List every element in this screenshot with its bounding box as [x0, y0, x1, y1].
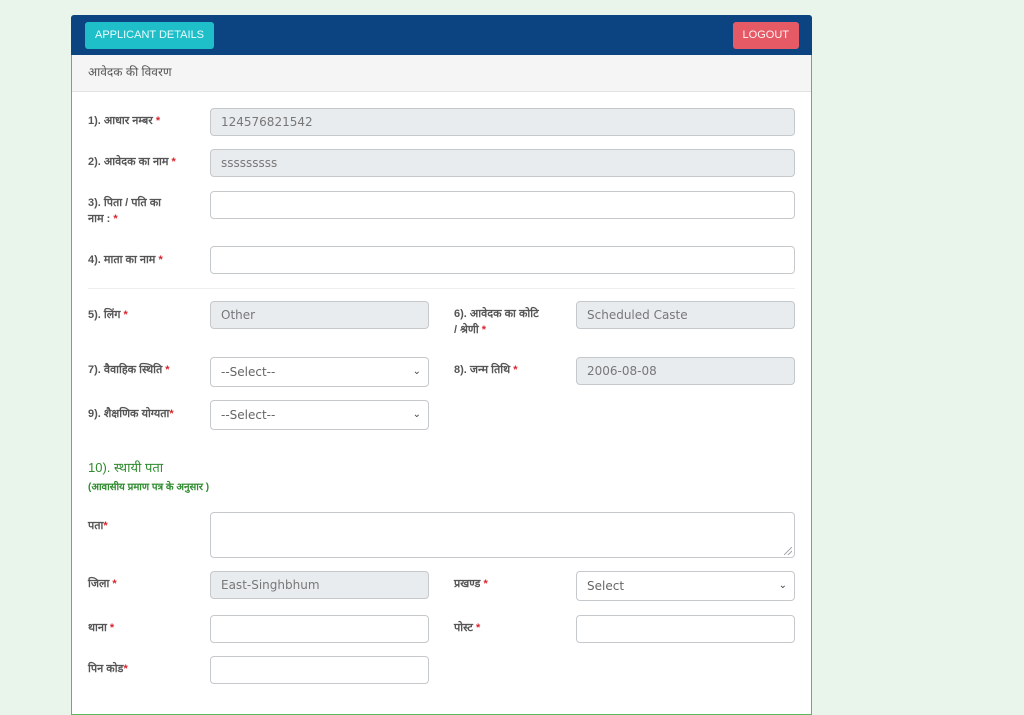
marital-status-label-text: 7). वैवाहिक स्थिति [88, 364, 163, 376]
required-mark: * [169, 408, 174, 420]
address-label-text: पता [88, 520, 104, 532]
gender-label-text: 5). लिंग [88, 309, 121, 321]
pincode-label: पिन कोड* [88, 661, 128, 677]
dob-label-text: 8). जन्म तिथि [454, 364, 511, 376]
resize-handle[interactable] [784, 547, 792, 555]
address-textarea[interactable] [210, 512, 795, 558]
required-mark: * [475, 622, 481, 634]
education-label-text: 9). शैक्षणिक योग्यता [88, 408, 170, 420]
father-husband-name-input[interactable] [210, 191, 795, 219]
marital-status-label: 7). वैवाहिक स्थिति * [88, 362, 170, 378]
permanent-address-title: 10). स्थायी पता [88, 460, 164, 475]
education-label: 9). शैक्षणिक योग्यता* [88, 406, 174, 422]
category-label-line1: 6). आवेदक का कोटि [454, 308, 539, 320]
pincode-input[interactable] [210, 656, 429, 684]
district-input[interactable]: East-Singhbhum [210, 571, 429, 599]
chevron-down-icon: ⌄ [412, 409, 421, 420]
block-label: प्रखण्ड * [454, 576, 488, 592]
mother-name-label-text: 4). माता का नाम [88, 254, 156, 266]
dob-input[interactable]: 2006-08-08 [576, 357, 795, 385]
category-label: 6). आवेदक का कोटि / श्रेणी * [454, 306, 539, 338]
district-label: जिला * [88, 576, 117, 592]
marital-status-selected: --Select-- [221, 365, 276, 379]
required-mark: * [113, 213, 118, 225]
father-husband-name-label-line2: नाम : [88, 213, 111, 225]
district-label-text: जिला [88, 578, 110, 590]
required-mark: * [155, 115, 161, 127]
police-station-label-text: थाना [88, 622, 107, 634]
block-label-text: प्रखण्ड [454, 578, 481, 590]
permanent-address-subtitle: (आवासीय प्रमाण पत्र के अनुसार ) [88, 482, 210, 493]
education-select[interactable]: --Select-- ⌄ [210, 400, 429, 430]
post-input[interactable] [576, 615, 795, 643]
required-mark: * [158, 254, 163, 266]
required-mark: * [109, 622, 115, 634]
police-station-label: थाना * [88, 620, 114, 636]
marital-status-select[interactable]: --Select-- ⌄ [210, 357, 429, 387]
post-label: पोस्ट * [454, 620, 480, 636]
required-mark: * [123, 663, 128, 675]
applicant-name-input[interactable]: sssssssss [210, 149, 795, 177]
pincode-label-text: पिन कोड [88, 663, 124, 675]
aadhaar-label: 1). आधार नम्बर * [88, 113, 160, 129]
required-mark: * [103, 520, 108, 532]
logout-button[interactable]: LOGOUT [732, 22, 799, 49]
police-station-input[interactable] [210, 615, 429, 643]
post-label-text: पोस्ट [454, 622, 473, 634]
category-input[interactable]: Scheduled Caste [576, 301, 795, 329]
required-mark: * [165, 364, 170, 376]
address-label: पता* [88, 518, 108, 534]
applicant-name-label-text: 2). आवेदक का नाम [88, 156, 169, 168]
block-selected: Select [587, 579, 625, 593]
mother-name-label: 4). माता का नाम * [88, 252, 163, 268]
father-husband-name-label: 3). पिता / पति का नाम : * [88, 195, 161, 227]
applicant-name-label: 2). आवेदक का नाम * [88, 154, 176, 170]
top-bar: APPLICANT DETAILS LOGOUT [71, 15, 812, 55]
gender-label: 5). लिंग * [88, 307, 128, 323]
section-header: आवेदक की विवरण [72, 55, 811, 92]
aadhaar-label-text: 1). आधार नम्बर [88, 115, 153, 127]
required-mark: * [171, 156, 176, 168]
applicant-form-card: APPLICANT DETAILS LOGOUT आवेदक की विवरण … [71, 15, 812, 715]
mother-name-input[interactable] [210, 246, 795, 274]
chevron-down-icon: ⌄ [412, 366, 421, 377]
father-husband-name-label-line1: 3). पिता / पति का [88, 197, 161, 209]
chevron-down-icon: ⌄ [778, 580, 787, 591]
dob-label: 8). जन्म तिथि * [454, 362, 518, 378]
required-mark: * [483, 578, 488, 590]
required-mark: * [513, 364, 518, 376]
required-mark: * [481, 324, 487, 336]
required-mark: * [112, 578, 117, 590]
divider [88, 288, 795, 289]
applicant-details-button[interactable]: APPLICANT DETAILS [85, 22, 215, 49]
aadhaar-input[interactable]: 124576821542 [210, 108, 795, 136]
required-mark: * [123, 309, 128, 321]
gender-input[interactable]: Other [210, 301, 429, 329]
block-select[interactable]: Select ⌄ [576, 571, 795, 601]
education-selected: --Select-- [221, 408, 276, 422]
category-label-line2: / श्रेणी [454, 324, 479, 336]
